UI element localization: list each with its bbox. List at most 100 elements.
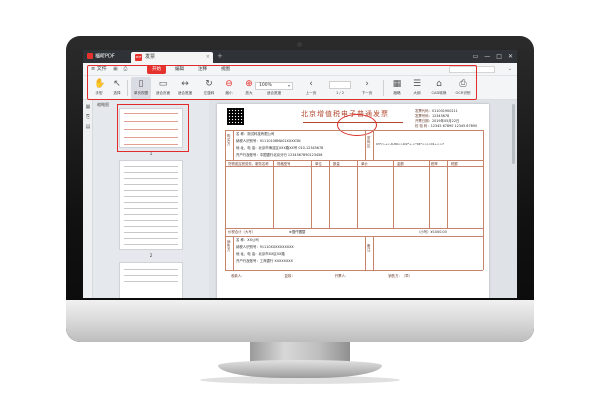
goods-column-header: 单位 <box>315 162 322 166</box>
left-rail: ▦ ⎘ ▤ <box>83 100 93 298</box>
invoice-page: 北京增值税电子普通发票 发票代码：011001900211 发票号码：123456… <box>217 104 489 298</box>
seller-bank: 开户行及账号：工商银行 XXXXXXXX <box>236 259 293 263</box>
thumb-line <box>124 214 178 215</box>
window-control-1[interactable]: — <box>484 52 490 61</box>
invoice-meta-value: 2019年05月22日 <box>431 119 460 123</box>
thumbnail-highlight-frame <box>117 104 189 152</box>
invoice-meta-value: 011001900211 <box>431 109 458 113</box>
foxit-logo-icon <box>87 53 93 59</box>
table-border <box>233 236 234 270</box>
thumb-line <box>124 275 178 276</box>
invoice-meta-row: 发票代码：011001900211 <box>415 109 458 113</box>
document-tab-title: 发票 <box>145 54 156 60</box>
signature-field: 销售方：（章） <box>388 274 413 278</box>
seller-name: 名 称：XX公司 <box>236 238 259 242</box>
title-bar: 福昕PDF PDF 发票 × + ▭ — □ ✕ <box>83 50 517 63</box>
thumbnail-page-3[interactable] <box>119 262 183 298</box>
thumb-line <box>124 244 178 245</box>
buyer-address: 地 址、电 话：北京市海淀区XXX路XX号 010-12345678 <box>236 146 324 150</box>
window-controls: ▭ — □ ✕ <box>473 52 513 61</box>
goods-column-header: 数量 <box>333 162 340 166</box>
invoice-meta-row: 校 验 码：12345 67890 12345 67890 <box>415 124 477 128</box>
goods-column-header: 单价 <box>361 162 368 166</box>
table-border <box>225 166 483 167</box>
document-view[interactable]: 北京增值税电子普通发票 发票代码：011001900211 发票号码：123456… <box>209 100 517 298</box>
thumb-line <box>124 232 178 233</box>
password-value: 03*/>+<-6-89<>9/2*+-<*04*>>/<01+<>7 <box>376 142 444 146</box>
window-control-2[interactable]: □ <box>496 52 502 61</box>
signature-row: 收款人： 复核： 开票人： 销售方：（章） <box>231 274 412 278</box>
expand-ribbon-icon[interactable]: ⌄ <box>508 66 512 73</box>
thumbnail-panel-title: 缩略图 <box>97 102 109 107</box>
thumb-line <box>124 202 178 203</box>
window-control-0[interactable]: ▭ <box>473 52 479 61</box>
buyer-tax-id: 纳税人识别号：91110108MA01XXXX3N <box>236 139 301 143</box>
table-border <box>483 130 484 270</box>
table-border <box>357 160 358 228</box>
invoice-meta-value: 12345 67890 12345 67890 <box>430 124 478 128</box>
table-border <box>373 130 374 160</box>
table-border <box>447 160 448 228</box>
table-border <box>233 130 234 160</box>
signature-field: 开票人： <box>334 274 349 278</box>
goods-column-header: 金额 <box>397 162 404 166</box>
window-control-3[interactable]: ✕ <box>508 52 513 61</box>
app-name: 福昕PDF <box>95 53 115 60</box>
thumb-line <box>124 184 178 185</box>
new-tab-button[interactable]: + <box>217 53 224 60</box>
thumb-line <box>124 178 178 179</box>
app-logo: 福昕PDF <box>87 53 115 60</box>
table-border <box>225 160 483 161</box>
goods-column-header: 税额 <box>451 162 458 166</box>
thumb-line <box>124 281 178 282</box>
monitor-chin <box>66 300 534 342</box>
thumb-line <box>124 269 178 270</box>
total-label: 价税合计（大写） <box>228 230 256 234</box>
toolbar-highlight-frame <box>87 65 477 100</box>
invoice-meta-label: 开票日期： <box>415 119 432 123</box>
invoice-meta-label: 发票代码： <box>415 109 432 113</box>
seller-address: 地 址、电 话：北京市XX区XX路 <box>236 252 285 256</box>
thumbnail-page-2-label: 2 <box>149 253 153 258</box>
table-border <box>225 270 483 271</box>
monitor-scene: 福昕PDF PDF 发票 × + ▭ — □ ✕ ≡ 文件 ▣ ⎙ 开始 编辑 注释 视图 … <box>0 0 600 400</box>
qr-code <box>227 108 244 125</box>
table-border <box>311 160 312 228</box>
close-tab-icon[interactable]: × <box>206 54 210 61</box>
webcam <box>297 42 302 47</box>
monitor-stand <box>218 360 382 378</box>
screen: 福昕PDF PDF 发票 × + ▭ — □ ✕ ≡ 文件 ▣ ⎙ 开始 编辑 注释 视图 … <box>83 50 517 298</box>
thumb-line <box>124 172 178 173</box>
table-border <box>393 160 394 228</box>
goods-column-header: 税率 <box>431 162 438 166</box>
invoice-meta-label: 校 验 码： <box>415 124 431 128</box>
thumb-line <box>124 238 178 239</box>
thumb-line <box>124 220 178 221</box>
invoice-meta-label: 发票号码： <box>415 114 432 118</box>
table-border <box>225 130 226 270</box>
invoice-meta-row: 发票号码：12345678 <box>415 114 449 118</box>
thumb-line <box>124 196 178 197</box>
total-words: ⊗壹仟圆整 <box>289 230 306 234</box>
buyer-label: 购买方 <box>227 134 231 146</box>
invoice-meta-row: 开票日期：2019年05月22日 <box>415 119 459 123</box>
password-label: 密码区 <box>367 136 371 148</box>
thumbnails-panel-icon[interactable]: ▦ <box>85 104 91 110</box>
thumb-line <box>124 190 178 191</box>
signature-field: 收款人： <box>231 274 245 278</box>
bookmark-panel-icon[interactable]: ⎘ <box>85 114 91 120</box>
thumb-line <box>124 208 178 209</box>
signature-field: 复核： <box>284 274 295 278</box>
table-border <box>225 228 483 229</box>
annotation-panel-icon[interactable]: ▤ <box>85 124 91 130</box>
document-tab[interactable]: PDF 发票 × <box>131 52 213 63</box>
goods-header: 货物或应税劳务、服务名称 <box>228 162 269 166</box>
buyer-bank: 开户行及账号：中国银行北京分行 1234567890123456 <box>236 153 323 157</box>
table-border <box>225 130 483 131</box>
vertical-scrollbar[interactable] <box>512 104 515 164</box>
buyer-name: 名 称：测试科技有限公司 <box>236 132 275 136</box>
thumbnail-page-2[interactable] <box>119 160 183 250</box>
table-border <box>225 236 483 237</box>
table-border <box>429 160 430 228</box>
goods-column-header: 规格型号 <box>277 162 291 166</box>
